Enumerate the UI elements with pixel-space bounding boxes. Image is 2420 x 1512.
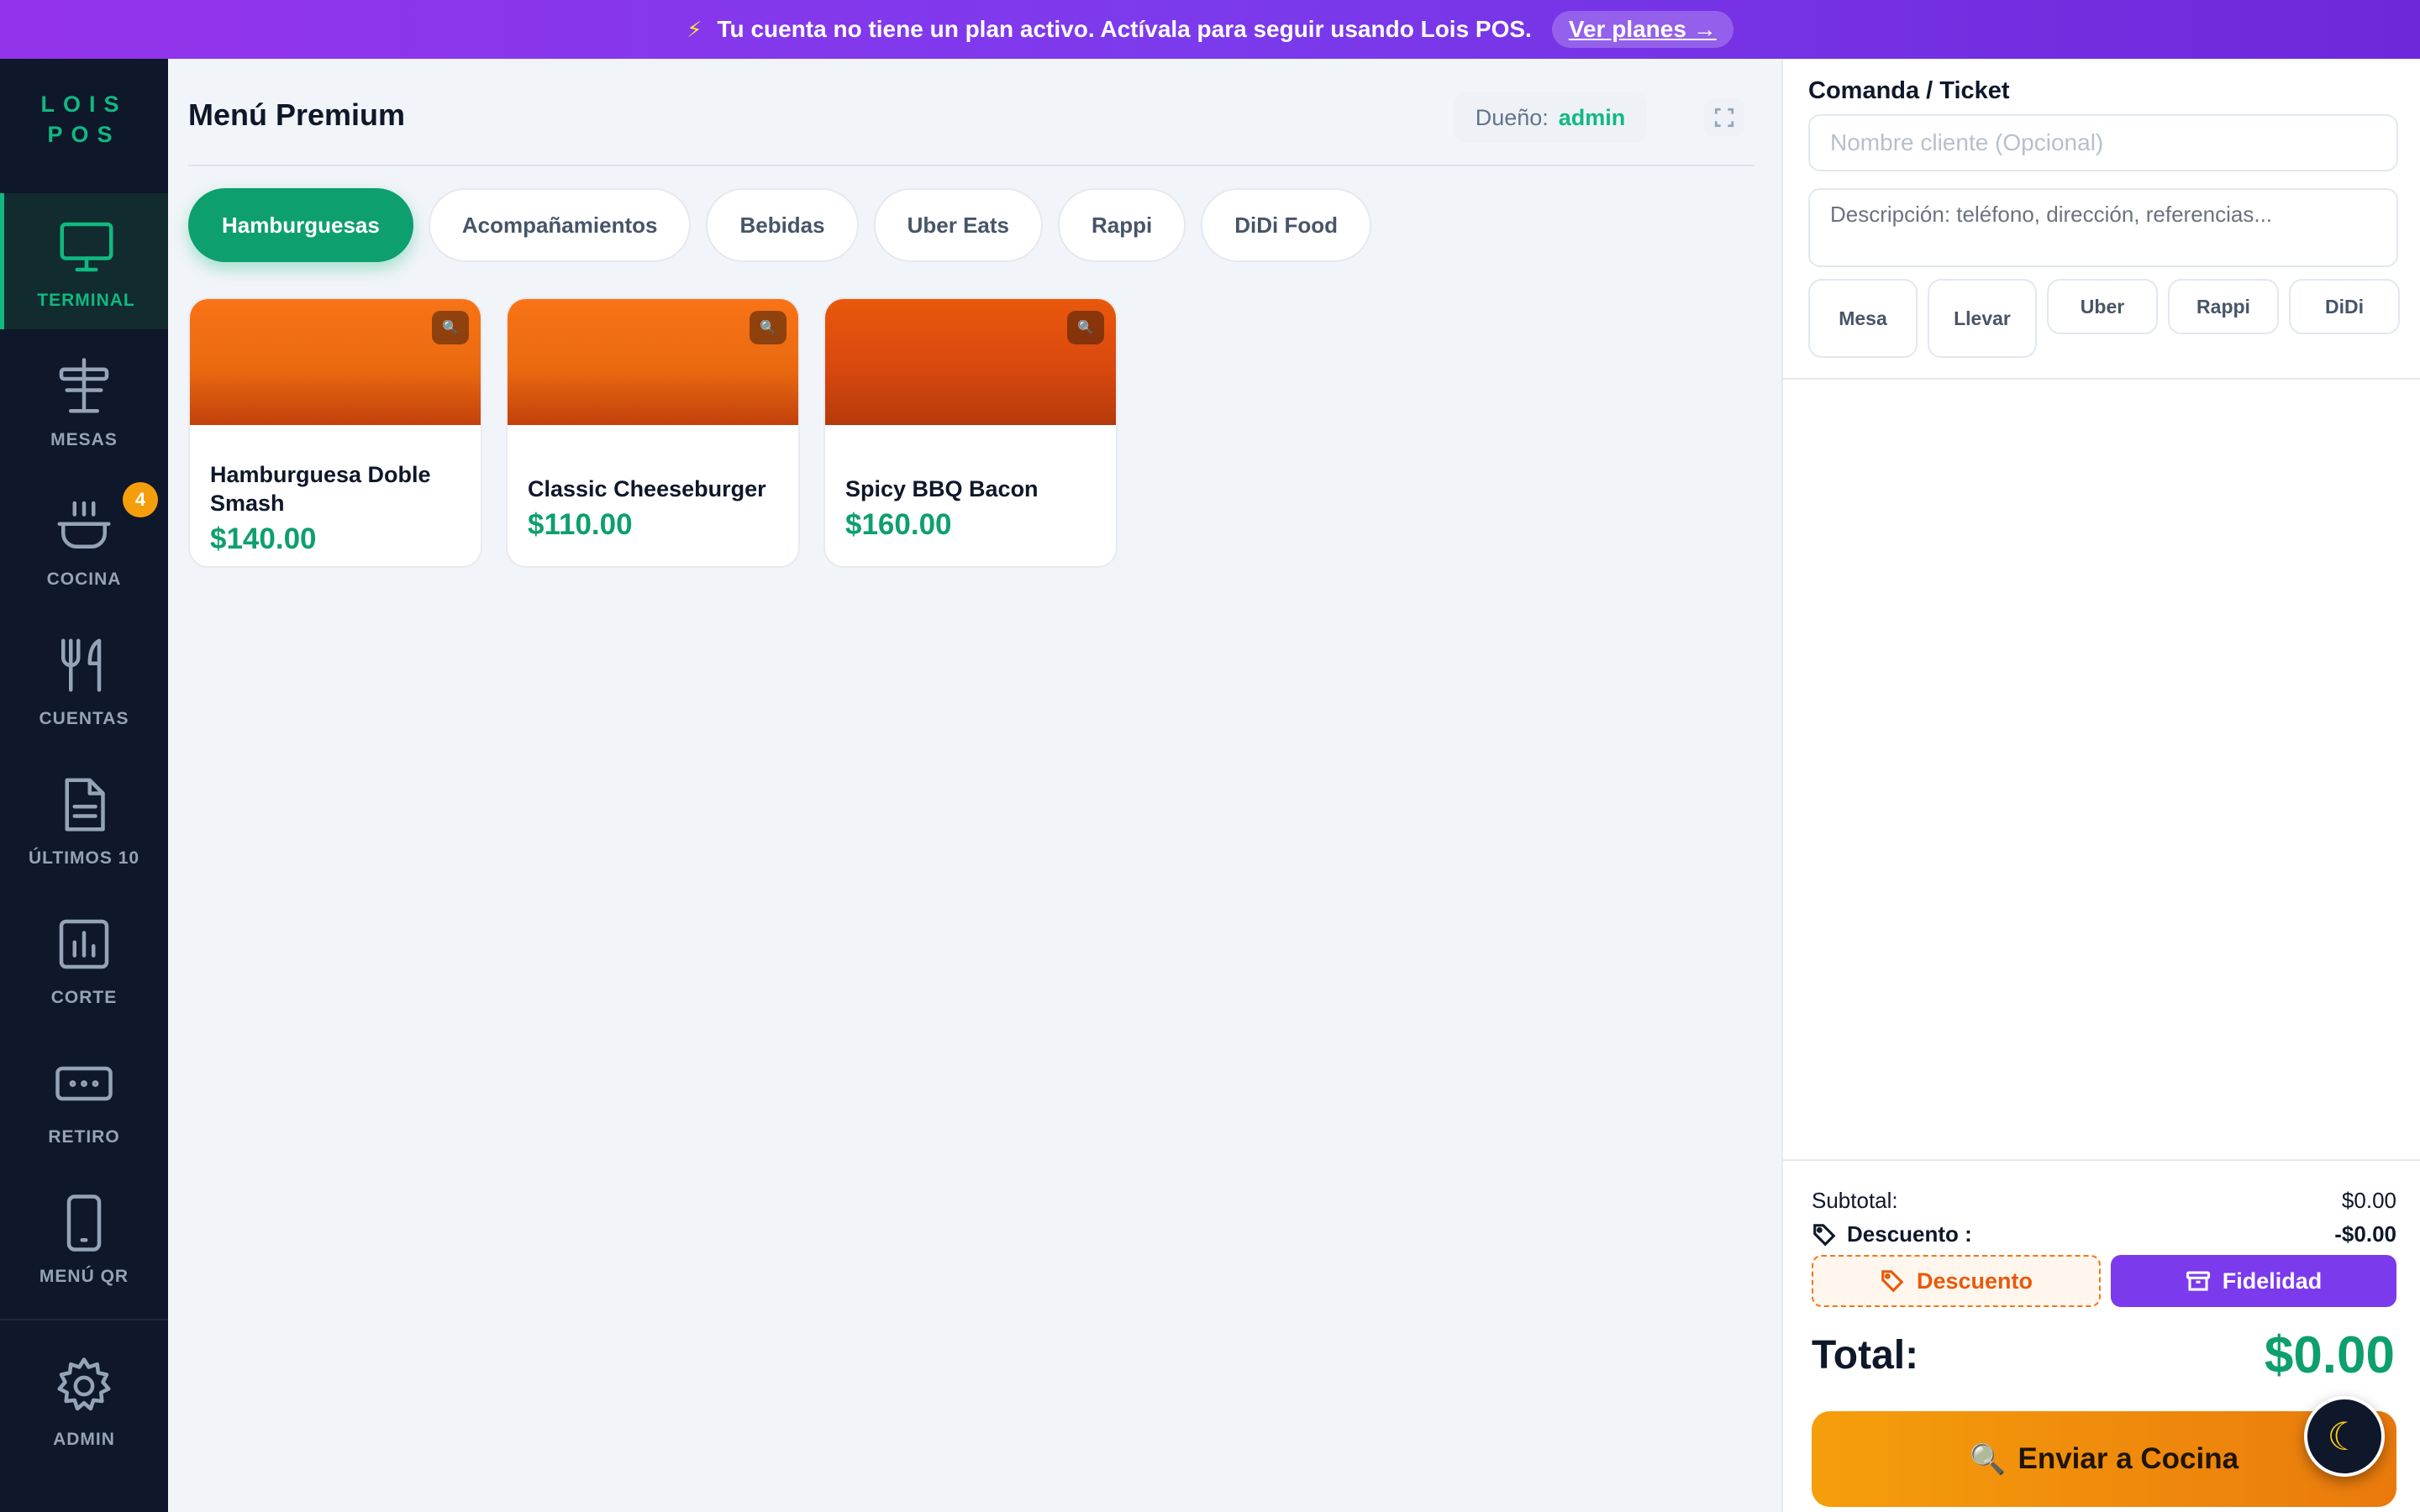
discount-label: Descuento : xyxy=(1847,1221,1972,1247)
owner-label: Dueño: xyxy=(1475,104,1549,130)
sidebar-divider xyxy=(0,1319,168,1320)
tab-bebidas[interactable]: Bebidas xyxy=(706,188,859,262)
search-icon: 🔍 xyxy=(1969,1442,2007,1476)
discount-button[interactable]: Descuento xyxy=(1812,1255,2101,1307)
product-grid: 🔍 Hamburguesa Doble Smash $140.00 🔍 Clas… xyxy=(188,297,1118,568)
product-card[interactable]: 🔍 Hamburguesa Doble Smash $140.00 xyxy=(188,297,482,568)
banner-text: Tu cuenta no tiene un plan activo. Actív… xyxy=(717,16,1532,42)
tab-didi-food[interactable]: DiDi Food xyxy=(1201,188,1371,262)
header-divider xyxy=(188,165,1754,166)
order-type-didi[interactable]: DiDi xyxy=(2289,279,2400,334)
product-name: Classic Cheeseburger xyxy=(528,476,766,501)
ticket-panel: Comanda / Ticket Mesa Llevar Uber Rappi … xyxy=(1781,59,2420,1512)
category-tabs: Hamburguesas Acompañamientos Bebidas Ube… xyxy=(188,188,1371,262)
sidebar: LOIS POS TERMINAL MESAS COCINA CUENTAS Ú… xyxy=(0,59,168,1512)
order-type-uber[interactable]: Uber xyxy=(2047,279,2158,334)
document-icon xyxy=(65,778,105,832)
page-title: Menú Premium xyxy=(188,97,406,132)
sidebar-item-label: COCINA xyxy=(46,570,122,589)
dark-mode-toggle[interactable]: ☾ xyxy=(2304,1396,2385,1477)
gear-icon xyxy=(57,1357,111,1411)
phone-icon xyxy=(66,1194,102,1252)
sidebar-item-label: MENÚ QR xyxy=(39,1267,129,1286)
total-label: Total: xyxy=(1812,1333,1919,1378)
plan-banner: ⚡ Tu cuenta no tiene un plan activo. Act… xyxy=(0,0,2420,59)
product-price: $110.00 xyxy=(528,508,633,541)
sidebar-item-corte[interactable]: CORTE xyxy=(0,890,168,1026)
product-card[interactable]: 🔍 Spicy BBQ Bacon $160.00 xyxy=(823,297,1118,568)
product-price: $160.00 xyxy=(845,508,952,541)
order-type-mesa[interactable]: Mesa xyxy=(1808,279,1918,358)
tab-acompanamientos[interactable]: Acompañamientos xyxy=(428,188,692,262)
search-icon[interactable]: 🔍 xyxy=(432,311,469,344)
customer-name-input[interactable] xyxy=(1808,114,2398,171)
ticket-title: Comanda / Ticket xyxy=(1808,77,2010,104)
tag-icon xyxy=(1813,1223,1836,1246)
sidebar-item-cuentas[interactable]: CUENTAS xyxy=(0,612,168,748)
lightning-icon: ⚡ xyxy=(687,16,702,42)
tag-icon xyxy=(1881,1270,1904,1293)
sidebar-item-label: CORTE xyxy=(50,988,118,1007)
subtotal-label: Subtotal: xyxy=(1812,1188,1898,1213)
sidebar-item-label: RETIRO xyxy=(48,1127,120,1147)
discount-row: Descuento : -$0.00 xyxy=(1812,1221,2396,1247)
description-input[interactable] xyxy=(1808,188,2398,267)
loyalty-button[interactable]: Fidelidad xyxy=(2111,1255,2396,1307)
sidebar-item-label: MESAS xyxy=(50,430,118,449)
total-value: $0.00 xyxy=(2264,1326,2395,1384)
product-image: 🔍 xyxy=(190,299,481,425)
archive-icon xyxy=(2186,1271,2210,1291)
sidebar-item-mesas[interactable]: MESAS xyxy=(0,333,168,469)
loyalty-button-label: Fidelidad xyxy=(2222,1268,2323,1294)
order-type-buttons: Mesa Llevar Uber Rappi DiDi xyxy=(1808,279,2400,358)
totals-divider xyxy=(1783,1159,2420,1161)
ticket-divider xyxy=(1783,378,2420,380)
product-card[interactable]: 🔍 Classic Cheeseburger $110.00 xyxy=(506,297,800,568)
sidebar-item-label: ADMIN xyxy=(53,1430,115,1449)
sidebar-item-admin[interactable]: ADMIN xyxy=(0,1332,168,1468)
product-image: 🔍 xyxy=(508,299,798,425)
utensils-icon xyxy=(61,638,102,692)
subtotal-row: Subtotal: $0.00 xyxy=(1812,1188,2396,1214)
product-name: Spicy BBQ Bacon xyxy=(845,476,1039,501)
order-type-rappi[interactable]: Rappi xyxy=(2168,279,2279,334)
search-icon[interactable]: 🔍 xyxy=(1067,311,1104,344)
fullscreen-button[interactable] xyxy=(1704,99,1744,136)
product-name: Hamburguesa Doble Smash xyxy=(210,462,431,516)
bar-chart-icon xyxy=(59,919,109,969)
kitchen-count-badge: 4 xyxy=(123,482,158,517)
product-price: $140.00 xyxy=(210,522,317,555)
order-type-llevar[interactable]: Llevar xyxy=(1928,279,2037,358)
owner-value: admin xyxy=(1558,104,1626,130)
cash-icon xyxy=(55,1066,113,1101)
logo: LOIS POS xyxy=(40,92,128,147)
sidebar-item-label: CUENTAS xyxy=(39,709,129,728)
sidebar-item-retiro[interactable]: RETIRO xyxy=(0,1030,168,1166)
tab-rappi[interactable]: Rappi xyxy=(1058,188,1186,262)
subtotal-value: $0.00 xyxy=(2341,1188,2396,1213)
discount-value: -$0.00 xyxy=(2334,1221,2396,1247)
cooking-pot-icon xyxy=(57,501,111,549)
moon-icon: ☾ xyxy=(2327,1415,2362,1458)
tab-uber-eats[interactable]: Uber Eats xyxy=(873,188,1043,262)
sidebar-item-label: ÚLTIMOS 10 xyxy=(28,848,140,868)
sidebar-item-menu-qr[interactable]: MENÚ QR xyxy=(0,1169,168,1305)
product-image: 🔍 xyxy=(825,299,1116,425)
table-icon xyxy=(59,358,109,413)
view-plans-link[interactable]: Ver planes → xyxy=(1551,11,1733,48)
sidebar-item-ultimos[interactable]: ÚLTIMOS 10 xyxy=(0,751,168,887)
expand-icon xyxy=(1714,108,1734,128)
monitor-icon xyxy=(60,222,113,272)
search-icon[interactable]: 🔍 xyxy=(750,311,786,344)
tab-hamburguesas[interactable]: Hamburguesas xyxy=(188,188,413,262)
send-button-label: Enviar a Cocina xyxy=(2018,1442,2239,1475)
sidebar-item-terminal[interactable]: TERMINAL xyxy=(0,193,168,329)
main-area: Menú Premium Dueño: admin Hamburguesas A… xyxy=(168,59,1781,1512)
owner-indicator: Dueño: admin xyxy=(1454,92,1647,143)
discount-button-label: Descuento xyxy=(1916,1268,2033,1294)
sidebar-item-label: TERMINAL xyxy=(37,291,135,310)
